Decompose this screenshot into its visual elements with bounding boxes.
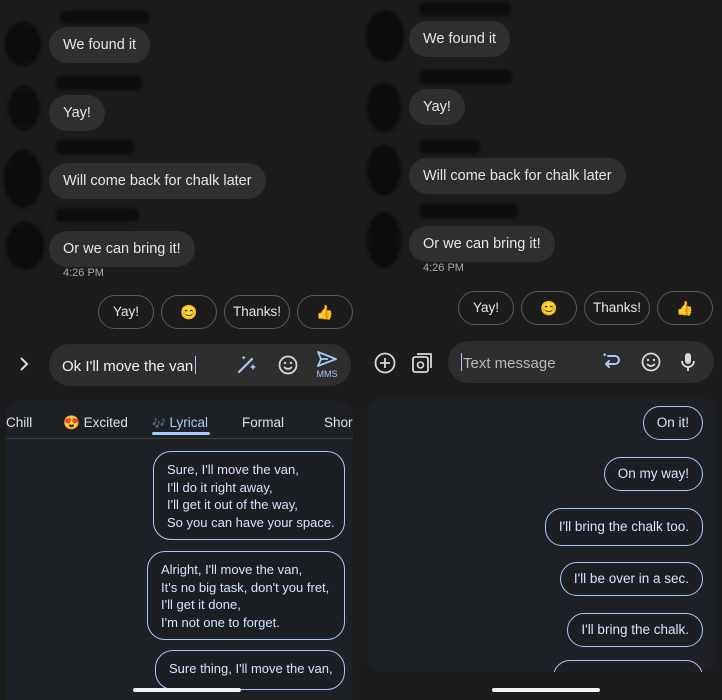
message-bubble[interactable]: Or we can bring it! [409,226,555,262]
suggested-reply[interactable]: I'll be over in a sec. [559,562,703,596]
magic-pen-icon[interactable] [235,354,257,381]
smart-reply-thanks[interactable]: Thanks! [224,295,290,329]
message-bubble[interactable]: Or we can bring it! [49,231,195,267]
avatar [8,86,40,130]
message-timestamp: 4:26 PM [63,267,104,279]
send-button[interactable]: MMS [313,350,341,379]
tab-chill[interactable]: Chill [6,415,32,430]
redacted-sender-name [419,140,481,154]
send-icon [317,351,337,367]
chevron-right-icon[interactable] [18,356,30,377]
smart-reply-thumbs-up[interactable]: 👍 [297,295,353,329]
emoji-icon[interactable] [641,352,661,377]
message-bubble[interactable]: Will come back for chalk later [409,158,626,194]
send-type-label: MMS [316,369,338,379]
redacted-sender-name [55,208,139,222]
home-indicator[interactable] [133,688,241,692]
avatar [5,22,41,66]
emoji-icon[interactable] [278,355,298,380]
smart-reply-yay[interactable]: Yay! [458,291,514,325]
suggested-reply-partial[interactable] [553,660,703,672]
avatar [6,222,44,270]
redacted-sender-name [55,140,135,154]
compose-box[interactable]: Text message [448,341,714,383]
smart-reply-yay[interactable]: Yay! [98,295,154,329]
suggested-reply[interactable]: On my way! [603,457,703,491]
compose-input[interactable]: Text message [461,353,556,372]
compose-box[interactable]: Ok I'll move the van MMS [49,344,351,386]
redacted-sender-name [55,76,143,90]
tab-formal[interactable]: Formal [242,415,284,430]
avatar [367,82,401,132]
home-indicator[interactable] [492,688,600,692]
rewrite-suggestion[interactable]: Sure, I'll move the van, I'll do it righ… [153,451,345,540]
message-bubble[interactable]: We found it [49,27,151,63]
redacted-sender-name [60,10,150,24]
message-timestamp: 4:26 PM [423,262,464,274]
rewrite-suggestion[interactable]: Sure thing, I'll move the van, [155,650,345,690]
smart-reply-thanks[interactable]: Thanks! [584,291,650,325]
ai-rewrite-icon[interactable] [600,351,622,378]
heart-eyes-icon: 😍 [63,415,80,430]
message-bubble[interactable]: Will come back for chalk later [49,163,266,199]
avatar [367,145,401,195]
redacted-sender-name [419,204,519,218]
avatar [4,150,42,208]
smart-reply-smile[interactable]: 😊 [521,291,577,325]
tab-short[interactable]: Shor [324,415,353,430]
mic-icon[interactable] [680,351,696,378]
add-icon[interactable] [374,352,396,379]
tab-divider [6,438,353,439]
message-bubble[interactable]: We found it [409,21,511,57]
tab-excited[interactable]: 😍 Excited [63,415,128,431]
smart-reply-smile[interactable]: 😊 [161,295,217,329]
suggested-replies-panel: On it! On my way! I'll bring the chalk t… [367,398,716,672]
avatar [367,212,401,268]
smart-reply-thumbs-up[interactable]: 👍 [657,291,713,325]
suggested-reply[interactable]: I'll bring the chalk. [567,613,703,647]
active-tab-indicator [152,432,210,435]
gallery-icon[interactable] [410,351,434,380]
suggested-reply[interactable]: On it! [642,406,703,440]
suggested-reply[interactable]: I'll bring the chalk too. [544,508,703,546]
message-bubble[interactable]: Yay! [409,89,465,125]
tab-lyrical[interactable]: 🎶 Lyrical [152,415,208,430]
left-screen: We found it Yay! Will come back for chal… [0,0,361,700]
right-screen: We found it Yay! Will come back for chal… [361,0,722,700]
compose-input[interactable]: Ok I'll move the van [62,356,197,375]
redacted-sender-name [419,2,511,16]
redacted-sender-name [419,70,513,84]
rewrite-suggestion[interactable]: Alright, I'll move the van, It's no big … [147,551,345,640]
music-notes-icon: 🎶 [152,418,166,430]
avatar [366,10,404,62]
message-bubble[interactable]: Yay! [49,95,105,131]
